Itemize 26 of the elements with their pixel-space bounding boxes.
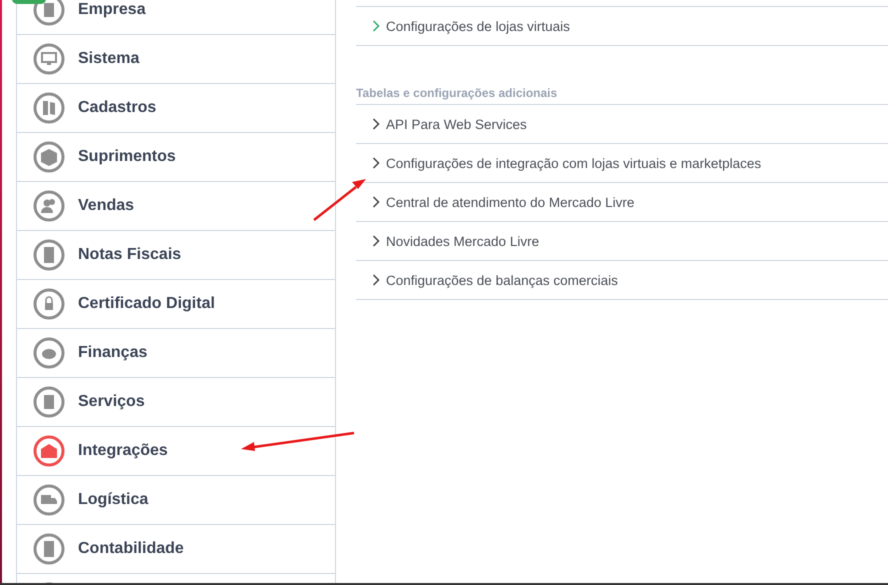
sidebar-item[interactable]: Logística [17, 476, 335, 525]
arrow [313, 179, 366, 221]
sidebar-item[interactable]: Integrações [17, 427, 335, 476]
people-icon [33, 190, 65, 222]
monitor-icon [33, 43, 65, 75]
sidebar-item[interactable]: Notas Fiscais [17, 231, 335, 280]
sidebar-item[interactable]: Finanças [17, 329, 335, 378]
settings-link[interactable]: API Para Web Services [356, 105, 888, 144]
settings-link[interactable]: Configurações de lojas virtuais [356, 7, 888, 46]
book-icon [33, 92, 65, 124]
sidebar-item[interactable]: Contabilidade [17, 525, 335, 574]
sidebar-item[interactable]: Serviços [17, 378, 335, 427]
sidebar-item[interactable]: Empresa [17, 0, 335, 35]
settings-link[interactable]: Central de atendimento do Mercado Livre [356, 183, 888, 222]
lock-icon [33, 288, 65, 320]
settings-link[interactable]: Configurações de balanças comerciais [356, 261, 888, 300]
sidebar-item[interactable]: Vendas [17, 182, 335, 231]
sidebar-item[interactable]: Cadastros [17, 84, 335, 133]
sidebar-item[interactable]: Certificado Digital [17, 280, 335, 329]
sidebar-item[interactable]: Sistema [17, 35, 335, 84]
section-title: Tabelas e configurações adicionais [356, 86, 558, 102]
settings-link[interactable]: Configurações de integração com lojas virtuais e marketplaces [356, 144, 888, 183]
truck-icon [33, 484, 65, 516]
box-icon [33, 141, 65, 173]
settings-link[interactable]: Novidades Mercado Livre [356, 222, 888, 261]
sidebar-item[interactable]: Suprimentos [17, 133, 335, 182]
